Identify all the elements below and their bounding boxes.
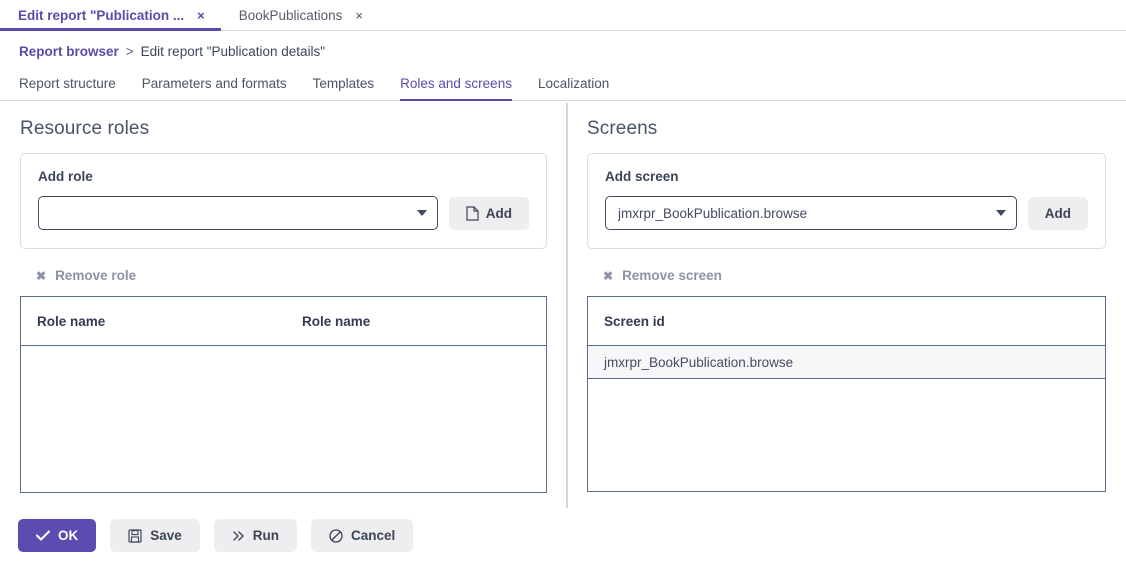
resource-roles-title: Resource roles: [20, 118, 150, 139]
table-row[interactable]: jmxrpr_BookPublication.browse: [588, 346, 1105, 379]
column-header-role-name-1[interactable]: Role name: [21, 314, 286, 329]
close-x-icon: ✖: [603, 268, 614, 283]
double-chevron-right-icon: [232, 530, 245, 542]
floppy-disk-icon: [128, 528, 142, 543]
cancel-button[interactable]: Cancel: [311, 519, 414, 552]
column-header-screen-id[interactable]: Screen id: [588, 314, 665, 329]
window-tab-strip: Edit report "Publication ... × BookPubli…: [0, 0, 1126, 31]
main-content: Resource roles Add role Add ✖ Remove rol…: [0, 101, 1126, 510]
add-screen-button[interactable]: Add: [1027, 196, 1088, 230]
close-icon[interactable]: ×: [353, 8, 365, 23]
add-screen-button-label: Add: [1044, 205, 1071, 221]
add-role-button-label: Add: [485, 205, 512, 221]
footer-actions: OK Save Run Cancel: [0, 510, 1126, 552]
tab-localization[interactable]: Localization: [525, 76, 622, 100]
add-role-card: Add role Add: [20, 153, 547, 249]
save-button-label: Save: [150, 528, 182, 543]
section-tabs: Report structure Parameters and formats …: [0, 70, 1126, 101]
add-screen-label: Add screen: [605, 169, 679, 184]
chevron-down-icon: [416, 210, 427, 216]
resource-roles-panel: Resource roles Add role Add ✖ Remove rol…: [0, 101, 567, 510]
remove-screen-link[interactable]: ✖ Remove screen: [603, 268, 722, 283]
close-icon[interactable]: ×: [195, 8, 207, 23]
ok-button[interactable]: OK: [18, 519, 97, 552]
window-tab-label: BookPublications: [238, 7, 343, 23]
add-role-label: Add role: [38, 169, 93, 184]
roles-table-empty-area: [21, 346, 546, 492]
window-tab-bookpublications[interactable]: BookPublications ×: [221, 0, 379, 30]
run-button-label: Run: [252, 528, 280, 543]
tab-templates[interactable]: Templates: [300, 76, 388, 100]
breadcrumb: Report browser > Edit report "Publicatio…: [0, 31, 1126, 70]
screens-title: Screens: [587, 118, 658, 139]
column-header-role-name-2[interactable]: Role name: [286, 314, 536, 329]
breadcrumb-current: Edit report "Publication details": [140, 44, 326, 59]
cancel-button-label: Cancel: [351, 528, 396, 543]
screens-table-header: Screen id: [588, 297, 1105, 346]
tab-parameters-and-formats[interactable]: Parameters and formats: [129, 76, 300, 100]
roles-table-header: Role name Role name: [21, 297, 546, 346]
add-screen-card: Add screen jmxrpr_BookPublication.browse…: [587, 153, 1106, 249]
ok-button-label: OK: [58, 528, 79, 543]
breadcrumb-separator: >: [125, 44, 134, 59]
add-screen-row: jmxrpr_BookPublication.browse Add: [605, 196, 1088, 230]
remove-role-link[interactable]: ✖ Remove role: [36, 268, 136, 283]
cell-screen-id: jmxrpr_BookPublication.browse: [604, 354, 794, 370]
roles-table: Role name Role name: [20, 296, 547, 493]
add-role-button[interactable]: Add: [448, 196, 529, 230]
run-button[interactable]: Run: [213, 519, 298, 552]
tab-roles-and-screens[interactable]: Roles and screens: [387, 76, 525, 101]
screens-table: Screen id jmxrpr_BookPublication.browse: [587, 296, 1106, 492]
close-x-icon: ✖: [36, 268, 47, 283]
breadcrumb-link-report-browser[interactable]: Report browser: [19, 44, 119, 59]
file-icon: [466, 205, 479, 221]
save-button[interactable]: Save: [110, 519, 200, 552]
screens-panel: Screens Add screen jmxrpr_BookPublicatio…: [567, 101, 1126, 510]
remove-role-label: Remove role: [55, 268, 137, 283]
remove-screen-label: Remove screen: [622, 268, 722, 283]
add-role-row: Add: [38, 196, 529, 230]
window-tab-label: Edit report "Publication ...: [18, 7, 185, 23]
check-icon: [36, 530, 50, 541]
chevron-down-icon: [995, 210, 1006, 216]
circle-slash-icon: [329, 528, 343, 543]
screens-table-empty-area: [588, 379, 1105, 491]
window-tab-edit-report[interactable]: Edit report "Publication ... ×: [0, 0, 221, 31]
screen-select[interactable]: jmxrpr_BookPublication.browse: [605, 196, 1017, 230]
tab-report-structure[interactable]: Report structure: [19, 76, 129, 100]
role-select[interactable]: [38, 196, 438, 230]
screen-select-value: jmxrpr_BookPublication.browse: [618, 205, 808, 221]
